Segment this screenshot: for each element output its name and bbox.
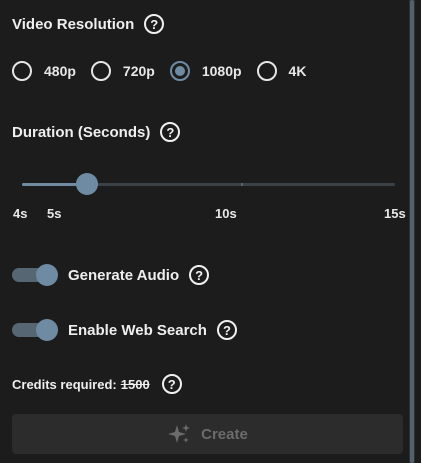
credits-required-row: Credits required: 1500 ? [12,374,182,394]
web-search-toggle[interactable] [12,319,58,341]
tick-label-15s: 15s [384,206,406,221]
radio-button-1080p[interactable] [169,61,190,81]
duration-label: Duration (Seconds) [12,123,151,141]
credits-help-icon[interactable]: ? [161,374,182,394]
scrollbar-thumb[interactable] [410,0,414,463]
radio-label-1080p: 1080p [201,63,242,79]
radio-label-720p: 720p [122,63,155,79]
video-resolution-label: Video Resolution [12,15,135,33]
generate-audio-help-icon[interactable]: ? [189,265,210,285]
resolution-radio-group: 480p 720p 1080p 4K [12,61,321,81]
radio-button-720p[interactable] [90,61,111,81]
web-search-row: Enable Web Search ? [12,319,237,341]
create-button[interactable]: Create [12,414,403,454]
generate-audio-toggle-knob [36,264,58,286]
duration-heading: Duration (Seconds) ? [12,122,181,142]
create-button-label: Create [201,425,248,443]
generate-audio-label: Generate Audio [68,266,180,284]
radio-label-480p: 480p [44,63,76,79]
duration-slider-mark-10s [240,183,243,186]
duration-help-icon[interactable]: ? [160,122,181,142]
tick-label-10s: 10s [215,206,237,221]
duration-slider-thumb[interactable] [75,173,98,195]
radio-button-480p[interactable] [12,61,32,81]
radio-option-1080p[interactable]: 1080p [169,61,242,81]
tick-label-5s: 5s [47,206,62,221]
radio-button-4k[interactable] [256,61,277,81]
video-resolution-help-icon[interactable]: ? [144,14,165,34]
tick-label-4s: 4s [13,206,28,221]
duration-slider[interactable] [22,172,395,196]
credits-required-label: Credits required: [12,376,117,392]
web-search-help-icon[interactable]: ? [216,320,237,340]
web-search-toggle-knob [36,319,58,341]
video-resolution-heading: Video Resolution ? [12,14,165,34]
radio-option-720p[interactable]: 720p [90,61,155,81]
radio-label-4k: 4K [288,63,307,79]
radio-option-4k[interactable]: 4K [256,61,307,81]
credits-required-value: 1500 [120,376,150,392]
generate-audio-row: Generate Audio ? [12,264,210,286]
web-search-label: Enable Web Search [68,321,207,339]
generate-audio-toggle[interactable] [12,264,58,286]
sparkle-icon [167,423,191,445]
radio-option-480p[interactable]: 480p [12,61,76,81]
